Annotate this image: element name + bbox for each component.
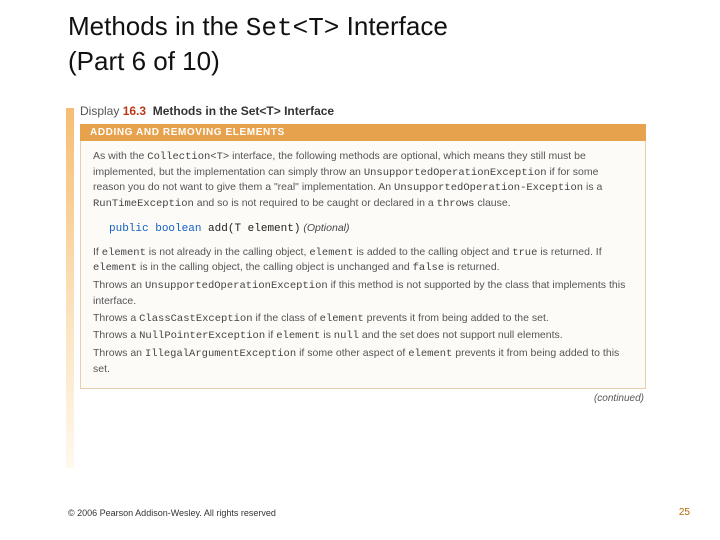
desc-text: is added to the calling object and bbox=[353, 246, 512, 258]
intro-text: As with the bbox=[93, 150, 147, 162]
desc-text: Throws a bbox=[93, 329, 139, 341]
intro-paragraph: As with the Collection<T> interface, the… bbox=[93, 149, 633, 212]
method-name: add(T element) bbox=[201, 223, 300, 235]
intro-text: clause. bbox=[474, 197, 510, 209]
content-box: As with the Collection<T> interface, the… bbox=[80, 141, 646, 389]
slide: Methods in the Set<T> Interface (Part 6 … bbox=[0, 0, 720, 540]
content-panel: Display 16.3 Methods in the Set<T> Inter… bbox=[68, 100, 658, 404]
desc-code: UnsupportedOperationException bbox=[145, 280, 328, 292]
desc-code: false bbox=[413, 262, 445, 274]
method-signature: public boolean add(T element) (Optional) bbox=[109, 222, 633, 235]
desc-text: and the set does not support null elemen… bbox=[359, 329, 563, 341]
display-number: 16.3 bbox=[123, 104, 146, 118]
title-code: Set<T> bbox=[246, 13, 340, 43]
desc-code: IllegalArgumentException bbox=[145, 348, 296, 360]
desc-code: NullPointerException bbox=[139, 330, 265, 342]
keyword-public: public bbox=[109, 223, 149, 235]
slide-title: Methods in the Set<T> Interface (Part 6 … bbox=[68, 10, 668, 77]
desc-code: element bbox=[408, 348, 452, 360]
display-title: Methods in the Set<T> Interface bbox=[153, 104, 334, 118]
method-description: If element is not already in the calling… bbox=[93, 245, 633, 377]
intro-code: UnsupportedOperationException bbox=[364, 167, 547, 179]
desc-text: if bbox=[265, 329, 276, 341]
desc-text: if the class of bbox=[253, 312, 320, 324]
display-label: Display bbox=[80, 104, 123, 118]
keyword-boolean: boolean bbox=[155, 223, 201, 235]
intro-text: and so is not required to be caught or d… bbox=[194, 197, 437, 209]
desc-text: is bbox=[320, 329, 333, 341]
intro-text: is a bbox=[583, 181, 602, 193]
desc-text: Throws a bbox=[93, 312, 139, 324]
desc-code: ClassCastException bbox=[139, 313, 252, 325]
intro-code: UnsupportedOperation-Exception bbox=[394, 182, 583, 194]
desc-code: element bbox=[320, 313, 364, 325]
section-heading: ADDING AND REMOVING ELEMENTS bbox=[80, 124, 646, 141]
desc-code: element bbox=[102, 247, 146, 259]
title-sub: (Part 6 of 10) bbox=[68, 46, 220, 76]
desc-code: true bbox=[512, 247, 537, 259]
desc-text: is returned. bbox=[444, 261, 499, 273]
desc-text: prevents it from being added to the set. bbox=[364, 312, 549, 324]
desc-code: element bbox=[309, 247, 353, 259]
title-suffix: Interface bbox=[339, 11, 447, 41]
desc-code: element bbox=[93, 262, 137, 274]
desc-text: is not already in the calling object, bbox=[146, 246, 309, 258]
title-prefix: Methods in the bbox=[68, 11, 246, 41]
display-caption: Display 16.3 Methods in the Set<T> Inter… bbox=[80, 104, 658, 118]
desc-code: null bbox=[334, 330, 359, 342]
intro-code: Collection<T> bbox=[147, 151, 229, 163]
optional-label: (Optional) bbox=[300, 222, 349, 234]
copyright: © 2006 Pearson Addison-Wesley. All right… bbox=[68, 508, 276, 518]
intro-code: throws bbox=[437, 198, 475, 210]
desc-text: is returned. If bbox=[537, 246, 601, 258]
intro-code: RunTimeException bbox=[93, 198, 194, 210]
continued-label: (continued) bbox=[68, 393, 644, 404]
desc-text: Throws an bbox=[93, 347, 145, 359]
desc-text: If bbox=[93, 246, 102, 258]
desc-text: if some other aspect of bbox=[296, 347, 408, 359]
desc-text: is in the calling object, the calling ob… bbox=[137, 261, 413, 273]
desc-code: element bbox=[276, 330, 320, 342]
page-number: 25 bbox=[679, 507, 690, 518]
desc-text: Throws an bbox=[93, 279, 145, 291]
